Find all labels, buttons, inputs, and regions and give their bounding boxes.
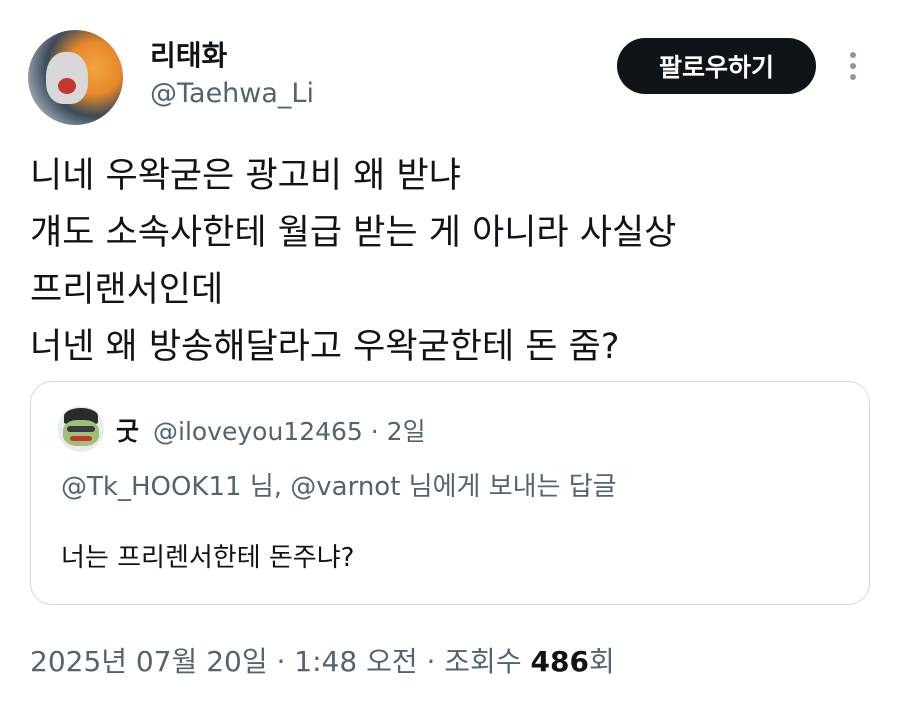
quoted-handle-time[interactable]: @iloveyou12465 · 2일 <box>153 412 426 448</box>
view-count-suffix: 회 <box>588 645 615 678</box>
more-vertical-icon[interactable] <box>838 46 868 86</box>
more-dot <box>850 74 856 80</box>
quoted-reply-context: @Tk_HOOK11 님, @varnot 님에게 보내는 답글 <box>61 472 617 502</box>
avatar-mouth <box>58 78 76 94</box>
tweet-line: 니네 우왁굳은 광고비 왜 받냐 <box>30 156 461 196</box>
tweet-line: 걔도 소속사한테 월급 받는 게 아니라 사실상 <box>30 213 677 253</box>
more-dot <box>850 63 856 69</box>
tweet-line: 프리랜서인데 <box>30 270 224 310</box>
quoted-avatar-face <box>63 420 99 446</box>
tweet-datetime[interactable]: 2025년 07월 20일 · 1:48 오전 · 조회수 <box>30 645 530 678</box>
quoted-avatar-eyes <box>67 426 95 432</box>
tweet-footer: 2025년 07월 20일 · 1:48 오전 · 조회수 486회 <box>30 640 615 680</box>
quoted-text: 너는 프리렌서한테 돈주냐? <box>61 543 355 573</box>
tweet-line: 너넨 왜 방송해달라고 우왁굳한테 돈 줌? <box>30 327 620 367</box>
author-handle[interactable]: @Taehwa_Li <box>150 78 314 109</box>
quoted-avatar[interactable] <box>58 406 104 452</box>
more-dot <box>850 52 856 58</box>
quoted-tweet-card[interactable]: 굿 @iloveyou12465 · 2일 @Tk_HOOK11 님, @var… <box>30 381 870 605</box>
author-display-name[interactable]: 리태화 <box>150 34 227 74</box>
tweet-text: 니네 우왁굳은 광고비 왜 받냐 걔도 소속사한테 월급 받는 게 아니라 사실… <box>30 148 676 376</box>
quoted-display-name[interactable]: 굿 <box>116 412 139 448</box>
view-count: 486 <box>530 645 589 678</box>
quoted-avatar-lips <box>70 436 92 441</box>
follow-button[interactable]: 팔로우하기 <box>617 38 816 94</box>
author-avatar[interactable] <box>28 30 123 125</box>
